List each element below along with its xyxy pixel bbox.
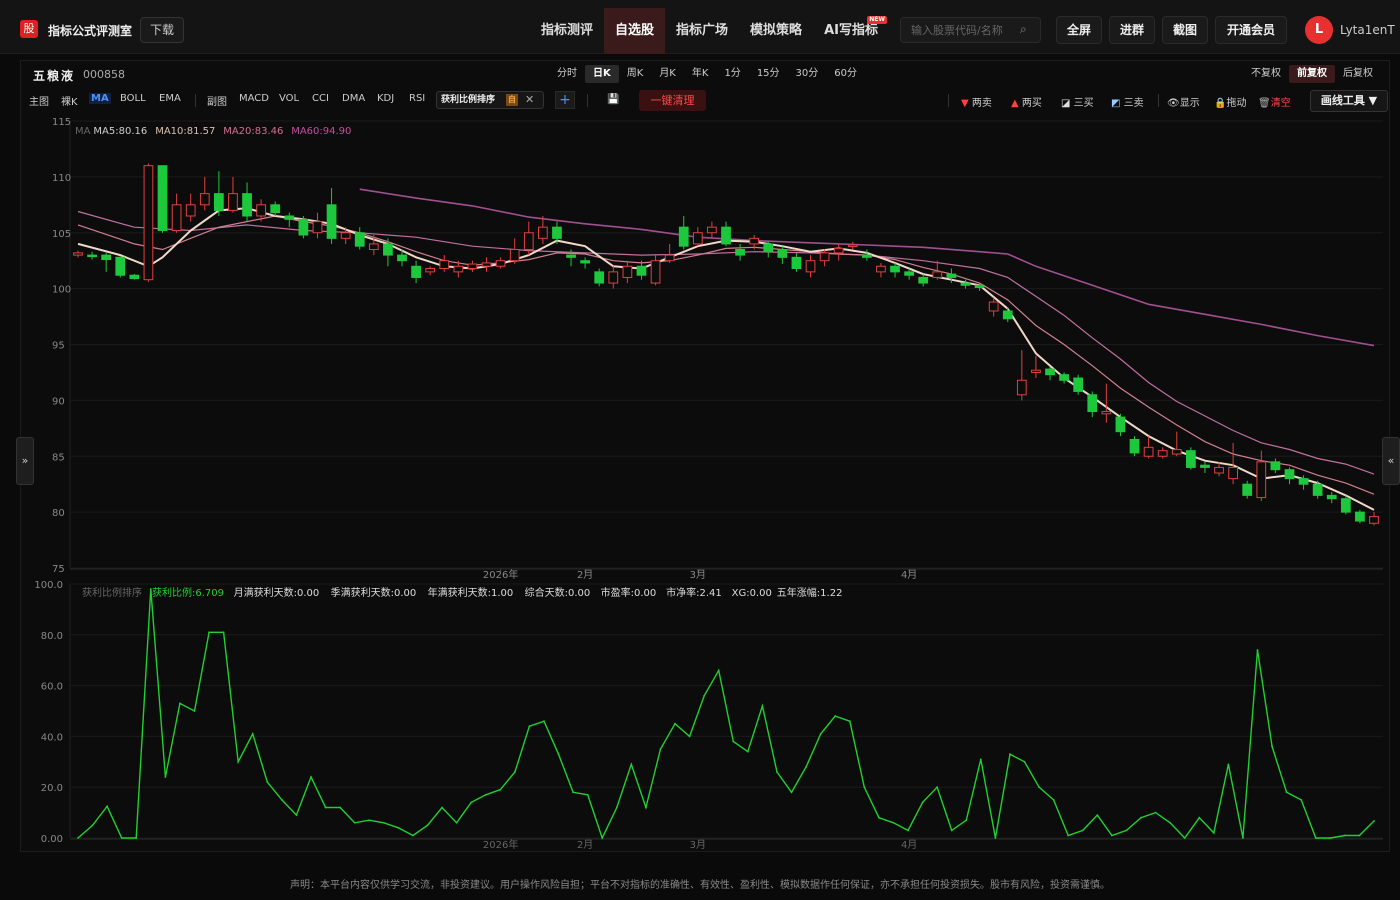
draw-label: 两卖 <box>971 98 992 109</box>
tab-adjust-backward[interactable]: 后复权 <box>1335 65 1381 83</box>
draw-sell2-button[interactable]: ▼ 两卖 <box>961 94 992 109</box>
nav-item-watchlist[interactable]: 自选股 <box>604 8 666 54</box>
tab-adjust-none[interactable]: 不复权 <box>1243 65 1289 83</box>
adjust-tabs: 不复权 前复权 后复权 <box>1243 65 1381 83</box>
indicator-boll[interactable]: BOLL <box>120 93 146 104</box>
sub-chart-label: 副图 <box>207 97 227 108</box>
divider <box>1158 94 1159 107</box>
divider <box>948 94 949 107</box>
indicator-rsi[interactable]: RSI <box>409 93 425 104</box>
tab-period-yearly[interactable]: 年K <box>684 65 717 83</box>
draw-label: 三卖 <box>1123 98 1144 109</box>
close-icon[interactable]: ✕ <box>525 92 534 108</box>
draw-label: 两买 <box>1021 98 1042 109</box>
indicator-toolbar: 主图 裸K MA BOLL EMA 副图 MACD VOL CCI DMA KD… <box>21 89 1389 113</box>
chart-panel: 五粮液 000858 分时 日K 周K 月K 年K 1分 15分 30分 60分… <box>20 60 1390 852</box>
tab-period-60min[interactable]: 60分 <box>826 65 865 83</box>
nav-label: 指标广场 <box>676 23 729 38</box>
draw-buy2-button[interactable]: ▲ 两买 <box>1011 94 1042 109</box>
nav-label: AI写指标 <box>824 23 878 38</box>
join-group-button[interactable]: 进群 <box>1109 16 1155 44</box>
line-chart-icon: ◩ <box>1111 98 1121 109</box>
custom-indicator-label: 获利比例排序 <box>441 95 496 105</box>
custom-badge: 自 <box>506 94 518 106</box>
chevron-right-icon: » <box>21 454 29 467</box>
new-badge: NEW <box>867 16 887 24</box>
tab-period-monthly[interactable]: 月K <box>651 65 684 83</box>
clear-all-button[interactable]: 一键清理 <box>639 90 706 111</box>
download-button[interactable]: 下载 <box>140 17 184 43</box>
triangle-down-icon: ▼ <box>961 98 969 109</box>
nav-label: 自选股 <box>615 23 655 38</box>
nav-item-ai-indicator[interactable]: AI写指标 NEW <box>813 8 889 54</box>
nav-label: 指标测评 <box>541 23 594 38</box>
tab-period-daily[interactable]: 日K <box>585 65 619 83</box>
drawing-tool-dropdown[interactable]: 画线工具 ▼ <box>1310 90 1388 112</box>
fullscreen-button[interactable]: 全屏 <box>1056 16 1102 44</box>
drag-toggle[interactable]: 🔒拖动 <box>1214 94 1246 109</box>
line-chart-icon: ◪ <box>1061 98 1071 109</box>
disclaimer: 声明：本平台内容仅供学习交流，非投资建议。用户操作风险自担；平台不对指标的准确性… <box>290 880 1110 891</box>
screenshot-button[interactable]: 截图 <box>1162 16 1208 44</box>
expand-right-button[interactable]: « <box>1382 437 1400 485</box>
main-chart-label: 主图 <box>29 97 49 108</box>
tab-period-weekly[interactable]: 周K <box>619 65 652 83</box>
draw-label: 拖动 <box>1226 98 1247 109</box>
add-indicator-button[interactable]: + <box>555 91 575 109</box>
draw-label: 显示 <box>1179 98 1200 109</box>
plus-icon: + <box>559 92 571 108</box>
indicator-vol[interactable]: VOL <box>279 93 299 104</box>
tab-period-15min[interactable]: 15分 <box>749 65 788 83</box>
username[interactable]: Lyta1enT <box>1340 23 1395 37</box>
tab-adjust-forward[interactable]: 前复权 <box>1289 65 1335 83</box>
tab-period-1min[interactable]: 1分 <box>716 65 748 83</box>
expand-left-button[interactable]: » <box>16 437 34 485</box>
eye-icon: 👁 <box>1167 98 1180 109</box>
draw-label: 清空 <box>1270 98 1291 109</box>
main-nav: 指标测评 自选股 指标广场 模拟策略 AI写指标 NEW <box>530 8 889 54</box>
nav-label: 模拟策略 <box>750 23 803 38</box>
membership-button[interactable]: 开通会员 <box>1215 16 1287 44</box>
trash-icon: 🗑 <box>1258 98 1271 109</box>
indicator-dma[interactable]: DMA <box>342 93 365 104</box>
app-logo-icon[interactable]: 股 <box>20 20 38 38</box>
indicator-macd[interactable]: MACD <box>239 93 269 104</box>
clear-drawings-button[interactable]: 🗑清空 <box>1258 94 1291 109</box>
tab-period-intraday[interactable]: 分时 <box>549 65 585 83</box>
nav-item-indicator-plaza[interactable]: 指标广场 <box>665 8 739 54</box>
search-icon[interactable]: ⌕ <box>1020 22 1027 37</box>
custom-indicator-tag[interactable]: 获利比例排序 自 ✕ <box>436 91 544 109</box>
stock-name: 五粮液 <box>33 69 76 83</box>
chevron-left-icon: « <box>1387 454 1395 467</box>
draw-buy3-button[interactable]: ◪ 三买 <box>1061 94 1094 109</box>
save-icon[interactable]: 💾 <box>607 94 619 105</box>
draw-sell3-button[interactable]: ◩ 三卖 <box>1111 94 1144 109</box>
show-toggle[interactable]: 👁显示 <box>1167 94 1200 109</box>
triangle-up-icon: ▲ <box>1011 98 1019 109</box>
indicator-bare-k[interactable]: 裸K <box>61 93 78 108</box>
nav-item-indicator-review[interactable]: 指标测评 <box>530 8 604 54</box>
divider <box>587 94 588 107</box>
indicator-ema[interactable]: EMA <box>159 93 181 104</box>
tab-period-30min[interactable]: 30分 <box>788 65 827 83</box>
avatar[interactable]: L <box>1305 16 1333 44</box>
nav-item-sim-strategy[interactable]: 模拟策略 <box>739 8 813 54</box>
indicator-kdj[interactable]: KDJ <box>377 93 394 104</box>
indicator-cci[interactable]: CCI <box>312 93 329 104</box>
app-title[interactable]: 指标公式评测室 <box>48 22 132 39</box>
indicator-ma[interactable]: MA <box>89 93 111 104</box>
lock-icon: 🔒 <box>1214 98 1227 109</box>
divider <box>195 94 196 107</box>
top-bar: 股 指标公式评测室 下载 指标测评 自选股 指标广场 模拟策略 AI写指标 NEW… <box>0 0 1400 54</box>
stock-code: 000858 <box>83 68 125 81</box>
period-tabs: 分时 日K 周K 月K 年K 1分 15分 30分 60分 <box>549 65 865 83</box>
draw-label: 三买 <box>1073 98 1094 109</box>
